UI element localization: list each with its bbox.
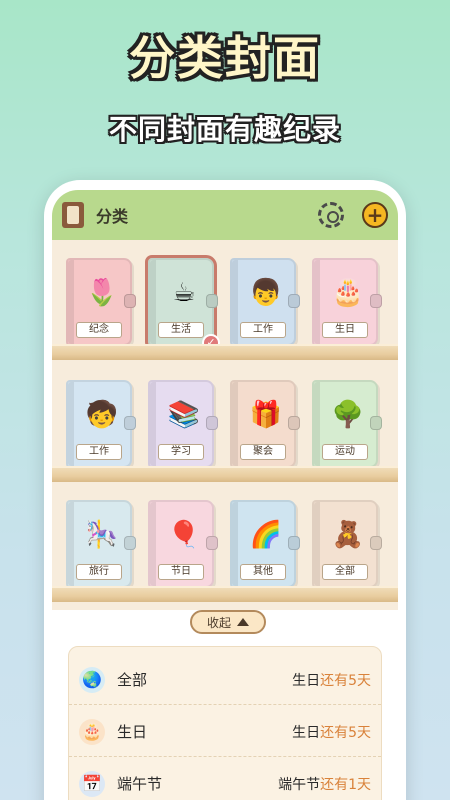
category-list: 🌏 全部 生日还有5天 🎂 生日 生日还有5天 📅 端午节 端午节还有1天	[68, 646, 382, 800]
teddy-icon: 🧸	[331, 520, 365, 550]
rainbow-icon: 🌈	[249, 520, 283, 550]
list-item-countdown: 端午节还有1天	[278, 774, 371, 794]
collapse-label: 收起	[206, 615, 231, 630]
book-spine	[314, 502, 320, 586]
shelf-board	[52, 586, 398, 602]
book-spine	[150, 260, 156, 344]
book-clasp	[206, 416, 218, 430]
shelf-row: 🌷 纪念 ☕ 生活 ✓ 👦 工作 🎂 生日	[52, 242, 398, 360]
shelf-board	[52, 466, 398, 482]
book-clasp	[124, 416, 136, 430]
category-book-生日[interactable]: 🎂 生日	[312, 258, 382, 346]
category-book-工作[interactable]: 👦 工作	[230, 258, 300, 346]
book-label: 纪念	[76, 322, 122, 338]
cake-icon: 🎂	[331, 278, 365, 308]
studying-icon: 📚	[167, 400, 201, 430]
book-clasp	[206, 294, 218, 308]
category-book-生活[interactable]: ☕ 生活 ✓	[145, 255, 220, 352]
book-label: 聚会	[240, 444, 286, 460]
book-label: 工作	[76, 444, 122, 460]
globe-icon: 🌏	[79, 666, 105, 693]
collapse-button[interactable]: 收起	[190, 610, 266, 634]
book-clasp	[370, 294, 382, 308]
list-item[interactable]: 🌏 全部 生日还有5天	[69, 655, 381, 705]
category-book-纪念[interactable]: 🌷 纪念	[66, 258, 136, 346]
book-label: 节日	[158, 564, 204, 580]
student-icon: 🧒	[85, 400, 119, 430]
hero-title: 分类封面	[129, 31, 321, 85]
category-book-icon	[62, 202, 84, 228]
coffee-icon: ☕	[172, 278, 196, 308]
category-book-聚会[interactable]: 🎁 聚会	[230, 380, 300, 468]
bookshelf: 🌷 纪念 ☕ 生活 ✓ 👦 工作 🎂 生日 🧒 工作 📚 学习 🎁 聚会 🌳 运动 🎠 旅行 🎈 节日 🌈 其他 🧸 全部	[52, 240, 398, 610]
book-spine	[150, 382, 156, 466]
list-item[interactable]: 📅 端午节 端午节还有1天	[69, 759, 381, 800]
list-item[interactable]: 🎂 生日 生日还有5天	[69, 707, 381, 757]
book-spine	[150, 502, 156, 586]
book-clasp	[206, 536, 218, 550]
book-clasp	[288, 416, 300, 430]
book-label: 旅行	[76, 564, 122, 580]
calendar-icon: 📅	[79, 770, 105, 797]
countdown-event: 端午节	[278, 776, 321, 793]
shelf-row: 🎠 旅行 🎈 节日 🌈 其他 🧸 全部	[52, 484, 398, 602]
category-book-学习[interactable]: 📚 学习	[148, 380, 218, 468]
book-spine	[68, 260, 74, 344]
book-label: 全部	[322, 564, 368, 580]
party-icon: 🎁	[249, 400, 283, 430]
phone-frame: 分类 + 🌷 纪念 ☕ 生活 ✓ 👦 工作 🎂 生日 🧒 工作 📚 学习 🎁 聚会 🌳 运动 🎠 旅行 🎈 节日 🌈 其他 🧸…	[44, 180, 406, 800]
book-spine	[314, 260, 320, 344]
category-book-工作[interactable]: 🧒 工作	[66, 380, 136, 468]
book-spine	[68, 502, 74, 586]
book-spine	[232, 502, 238, 586]
category-book-旅行[interactable]: 🎠 旅行	[66, 500, 136, 588]
book-label: 生活	[158, 322, 204, 338]
app-header: 分类 +	[52, 190, 398, 240]
girl-tulip-icon: 🌷	[85, 278, 119, 308]
list-item-name: 端午节	[117, 775, 163, 793]
cake-icon: 🎂	[79, 718, 105, 745]
book-label: 运动	[322, 444, 368, 460]
balloon-icon: 🎈	[167, 520, 201, 550]
countdown-event: 生日	[292, 724, 321, 741]
book-spine	[68, 382, 74, 466]
book-clasp	[370, 536, 382, 550]
bear-icon: 🌳	[331, 400, 365, 430]
boy-icon: 👦	[249, 278, 283, 308]
countdown-days: 还有5天	[320, 672, 371, 689]
book-label: 学习	[158, 444, 204, 460]
countdown-days: 还有5天	[320, 724, 371, 741]
book-label: 其他	[240, 564, 286, 580]
list-item-name: 全部	[117, 671, 148, 689]
list-item-name: 生日	[117, 723, 148, 741]
countdown-event: 生日	[292, 672, 321, 689]
book-spine	[232, 382, 238, 466]
carousel-icon: 🎠	[85, 520, 119, 550]
page-title: 分类	[96, 207, 129, 226]
book-clasp	[124, 294, 136, 308]
category-book-节日[interactable]: 🎈 节日	[148, 500, 218, 588]
countdown-days: 还有1天	[320, 776, 371, 793]
category-book-其他[interactable]: 🌈 其他	[230, 500, 300, 588]
shelf-row: 🧒 工作 📚 学习 🎁 聚会 🌳 运动	[52, 364, 398, 482]
hero-subtitle: 不同封面有趣纪录	[108, 113, 341, 146]
book-spine	[314, 382, 320, 466]
book-clasp	[288, 536, 300, 550]
book-clasp	[288, 294, 300, 308]
list-item-countdown: 生日还有5天	[292, 670, 371, 690]
book-label: 工作	[240, 322, 286, 338]
add-button[interactable]: +	[362, 202, 388, 228]
book-label: 生日	[322, 322, 368, 338]
category-book-全部[interactable]: 🧸 全部	[312, 500, 382, 588]
settings-gear-icon[interactable]	[318, 202, 344, 228]
book-spine	[232, 260, 238, 344]
book-clasp	[370, 416, 382, 430]
book-clasp	[124, 536, 136, 550]
category-book-运动[interactable]: 🌳 运动	[312, 380, 382, 468]
chevron-up-icon	[237, 618, 249, 626]
list-item-countdown: 生日还有5天	[292, 722, 371, 742]
shelf-board	[52, 344, 398, 360]
